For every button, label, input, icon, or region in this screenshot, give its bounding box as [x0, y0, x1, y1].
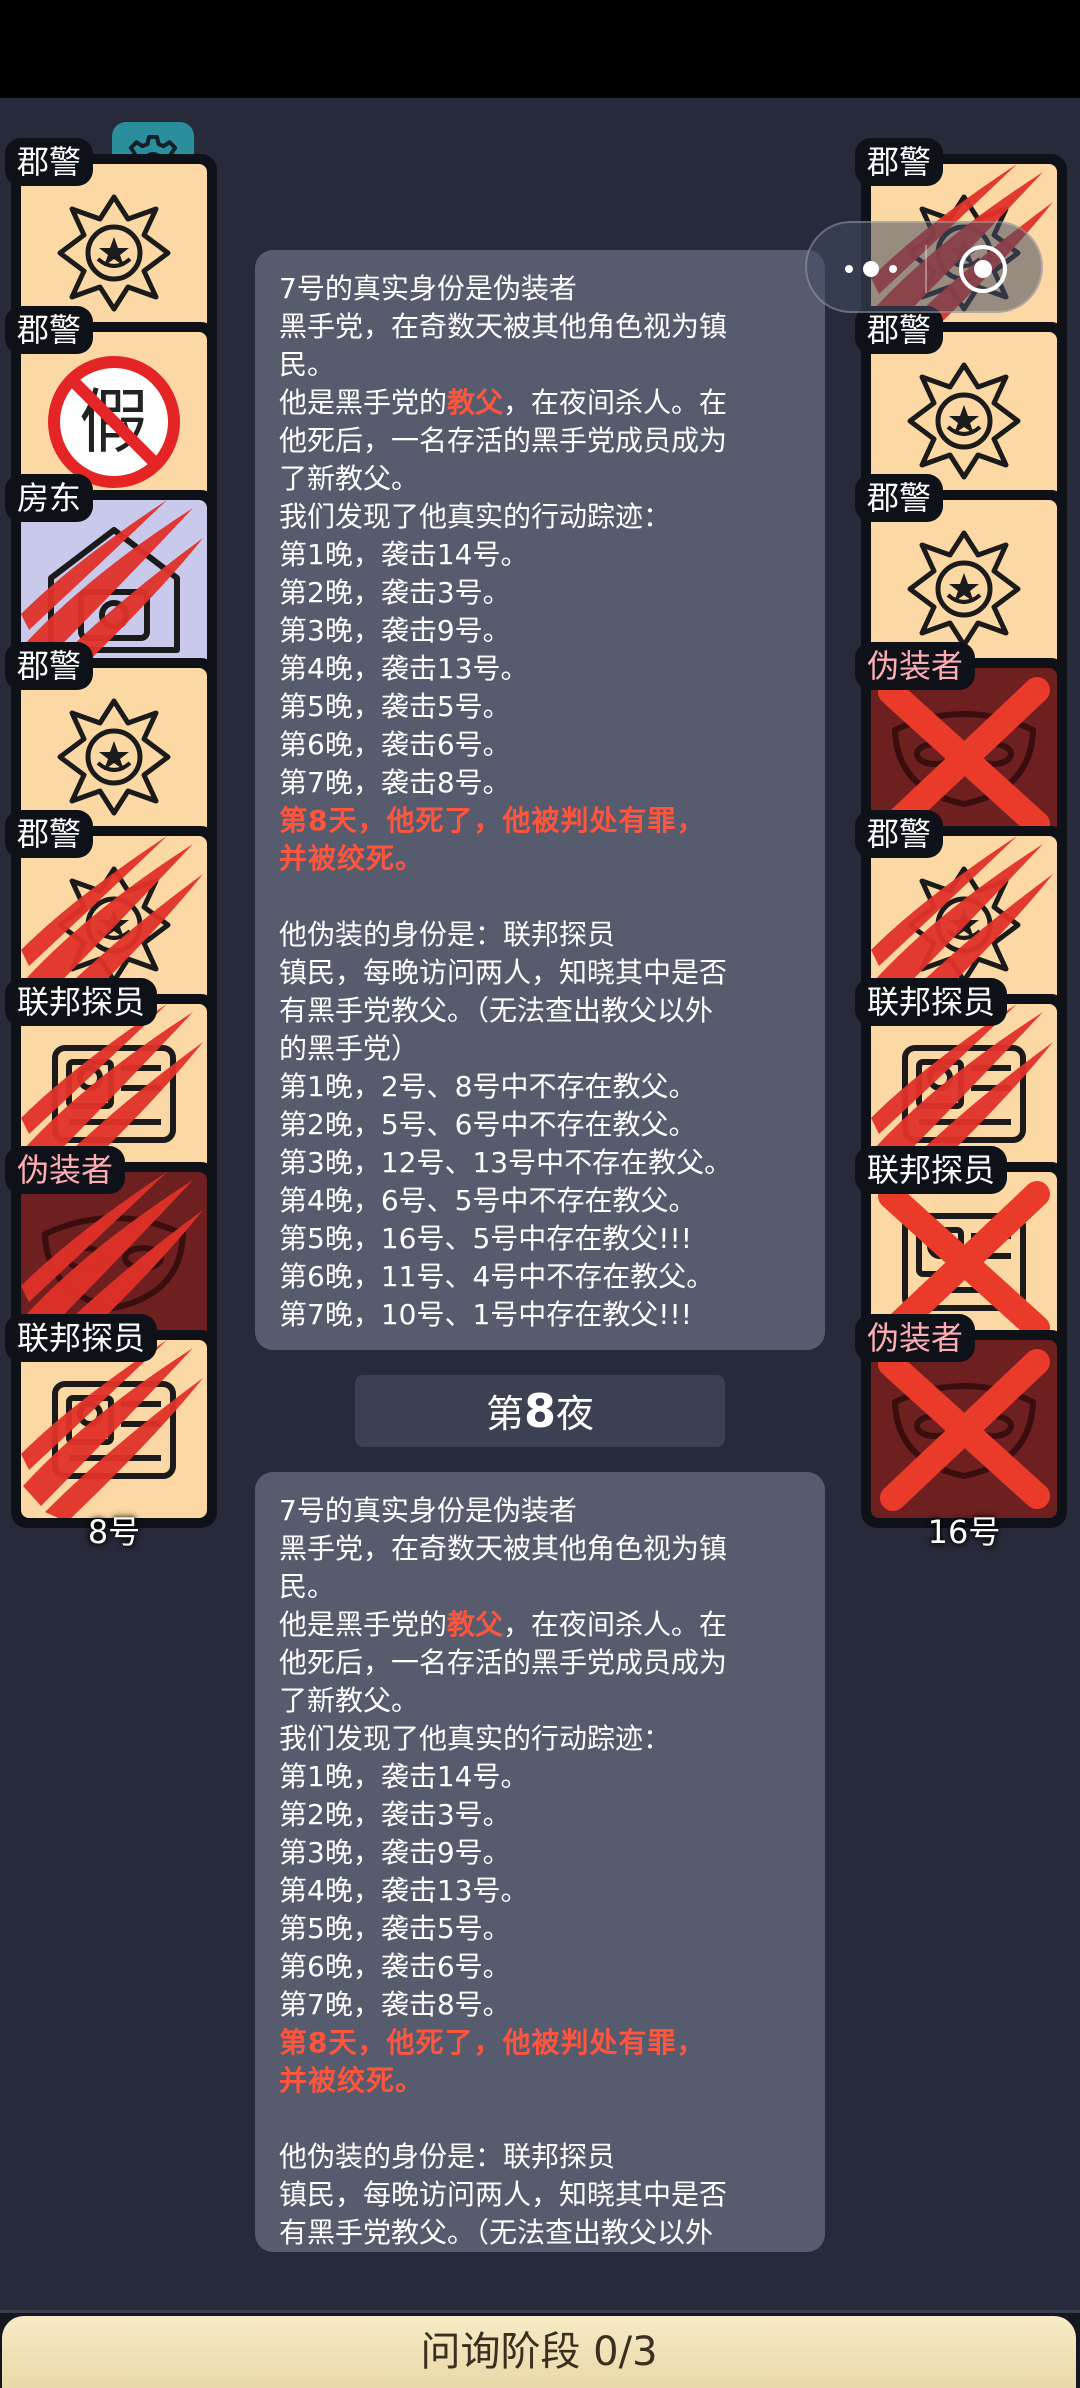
report-line: 他伪装的身份是：联邦探员	[279, 918, 616, 951]
report-line: 第3晚，12号、13号中不存在教父。	[279, 1146, 733, 1179]
role-label: 房东	[5, 474, 94, 522]
role-label: 联邦探员	[855, 1146, 1008, 1194]
player-number: 16号	[927, 1513, 1001, 1551]
report-line: 了新教父。	[279, 462, 420, 495]
investigation-report-panel: 7号的真实身份是伪装者 黑手党，在奇数天被其他角色视为镇 民。 他是黑手党的教父，在夜…	[255, 250, 825, 1350]
report-line: 第1晚，袭击14号。	[279, 538, 529, 571]
target-circle-icon[interactable]	[957, 243, 1009, 295]
report-text: 他是黑手党的	[279, 1608, 448, 1641]
player-card[interactable]: 联邦探员 8号	[5, 1314, 217, 1551]
report-line: 第6晚，11号、4号中不存在教父。	[279, 1260, 715, 1293]
report-line: 第2晚，5号、6号中不存在教父。	[279, 1108, 697, 1141]
report-line: 他死后，一名存活的黑手党成员成为	[279, 424, 728, 457]
player-number: 8号	[87, 1513, 141, 1551]
report-line: 他是黑手党的教父，在夜间杀人。在	[279, 1606, 803, 1644]
report-text: 他是黑手党的	[279, 386, 448, 419]
report-line: 有黑手党教父。（无法查出教父以外	[279, 2216, 714, 2249]
report-line: 第5晚，16号、5号中存在教父!!!	[279, 1222, 692, 1255]
role-label: 郡警	[5, 138, 94, 186]
role-highlight: 教父	[447, 386, 504, 419]
role-label: 联邦探员	[5, 1314, 158, 1362]
role-label: 伪装者	[855, 1314, 976, 1362]
report-line: 第5晚，袭击5号。	[279, 1912, 511, 1945]
night-header: 第8夜	[355, 1375, 725, 1447]
inquiry-stage-button[interactable]: 问询阶段 0/3	[2, 2316, 1076, 2388]
report-line: 第4晚，6号、5号中不存在教父。	[279, 1184, 697, 1217]
card-face	[21, 1340, 207, 1518]
report-line: 第8天，他死了，他被判处有罪，	[279, 804, 706, 837]
report-line: 第7晚，10号、1号中存在教父!!!	[279, 1298, 692, 1331]
role-label: 联邦探员	[5, 978, 158, 1026]
report-line: 7号的真实身份是伪装者	[279, 1494, 577, 1527]
night-prefix: 第	[485, 1392, 524, 1436]
night-suffix: 夜	[556, 1392, 595, 1436]
card-face	[871, 1340, 1057, 1518]
report-line: 黑手党，在奇数天被其他角色视为镇	[279, 310, 728, 343]
report-line: 第3晚，袭击9号。	[279, 1836, 511, 1869]
report-line: 第8天，他死了，他被判处有罪，	[279, 2026, 706, 2059]
role-label: 郡警	[855, 306, 944, 354]
role-label: 郡警	[5, 306, 94, 354]
eliminated-cross-icon	[878, 1349, 1050, 1511]
report-line: 的黑手党）	[279, 1032, 420, 1065]
report-line: 并被绞死。	[279, 2064, 425, 2097]
role-label: 郡警	[855, 810, 944, 858]
report-line: 民。	[279, 1570, 336, 1603]
report-line: 有黑手党教父。（无法查出教父以外	[279, 994, 714, 1027]
report-line: 镇民，每晚访问两人，知晓其中是否	[279, 956, 728, 989]
report-line: 我们发现了他真实的行动踪迹：	[279, 500, 672, 533]
mini-program-capsule	[805, 221, 1043, 313]
report-line: 他死后，一名存活的黑手党成员成为	[279, 1646, 728, 1679]
report-line: 他伪装的身份是：联邦探员	[279, 2140, 616, 2173]
claw-slash-icon	[21, 1340, 203, 1518]
bottom-bar: 问询阶段 0/3	[0, 2310, 1080, 2388]
capsule-divider	[925, 245, 927, 293]
report-line: 镇民，每晚访问两人，知晓其中是否	[279, 2178, 728, 2211]
report-line: 7号的真实身份是伪装者	[279, 272, 577, 305]
role-label: 郡警	[5, 642, 94, 690]
report-text: ，在夜间杀人。在	[503, 386, 728, 419]
report-line: 黑手党，在奇数天被其他角色视为镇	[279, 1532, 728, 1565]
report-text: ，在夜间杀人。在	[503, 1608, 728, 1641]
role-label: 伪装者	[5, 1146, 126, 1194]
more-dots-icon[interactable]	[837, 241, 917, 297]
player-card[interactable]: 伪装者 16号	[855, 1314, 1067, 1551]
report-line: 第4晚，袭击13号。	[279, 652, 529, 685]
report-line: 第1晚，袭击14号。	[279, 1760, 529, 1793]
report-line: 第1晚，2号、8号中不存在教父。	[279, 1070, 697, 1103]
report-line: 并被绞死。	[279, 842, 425, 875]
report-line: 第3晚，袭击9号。	[279, 614, 511, 647]
report-line: 了新教父。	[279, 1684, 420, 1717]
investigation-report-panel-2: 7号的真实身份是伪装者 黑手党，在奇数天被其他角色视为镇 民。 他是黑手党的教父，在夜…	[255, 1472, 825, 2252]
report-line: 我们发现了他真实的行动踪迹：	[279, 1722, 672, 1755]
role-label: 郡警	[855, 474, 944, 522]
report-line: 第6晚，袭击6号。	[279, 1950, 511, 1983]
night-number: 8	[523, 1384, 556, 1438]
role-label: 联邦探员	[855, 978, 1008, 1026]
report-line: 第2晚，袭击3号。	[279, 576, 511, 609]
report-line: 第4晚，袭击13号。	[279, 1874, 529, 1907]
report-line: 第7晚，袭击8号。	[279, 766, 511, 799]
role-label: 郡警	[855, 138, 944, 186]
report-line: 第5晚，袭击5号。	[279, 690, 511, 723]
report-line: 第6晚，袭击6号。	[279, 728, 511, 761]
status-bar	[0, 0, 1080, 98]
report-line: 民。	[279, 348, 336, 381]
report-line: 第2晚，袭击3号。	[279, 1798, 511, 1831]
role-label: 郡警	[5, 810, 94, 858]
role-label: 伪装者	[855, 642, 976, 690]
report-line: 第7晚，袭击8号。	[279, 1988, 511, 2021]
role-highlight: 教父	[447, 1608, 504, 1641]
report-line: 他是黑手党的教父，在夜间杀人。在	[279, 384, 803, 422]
